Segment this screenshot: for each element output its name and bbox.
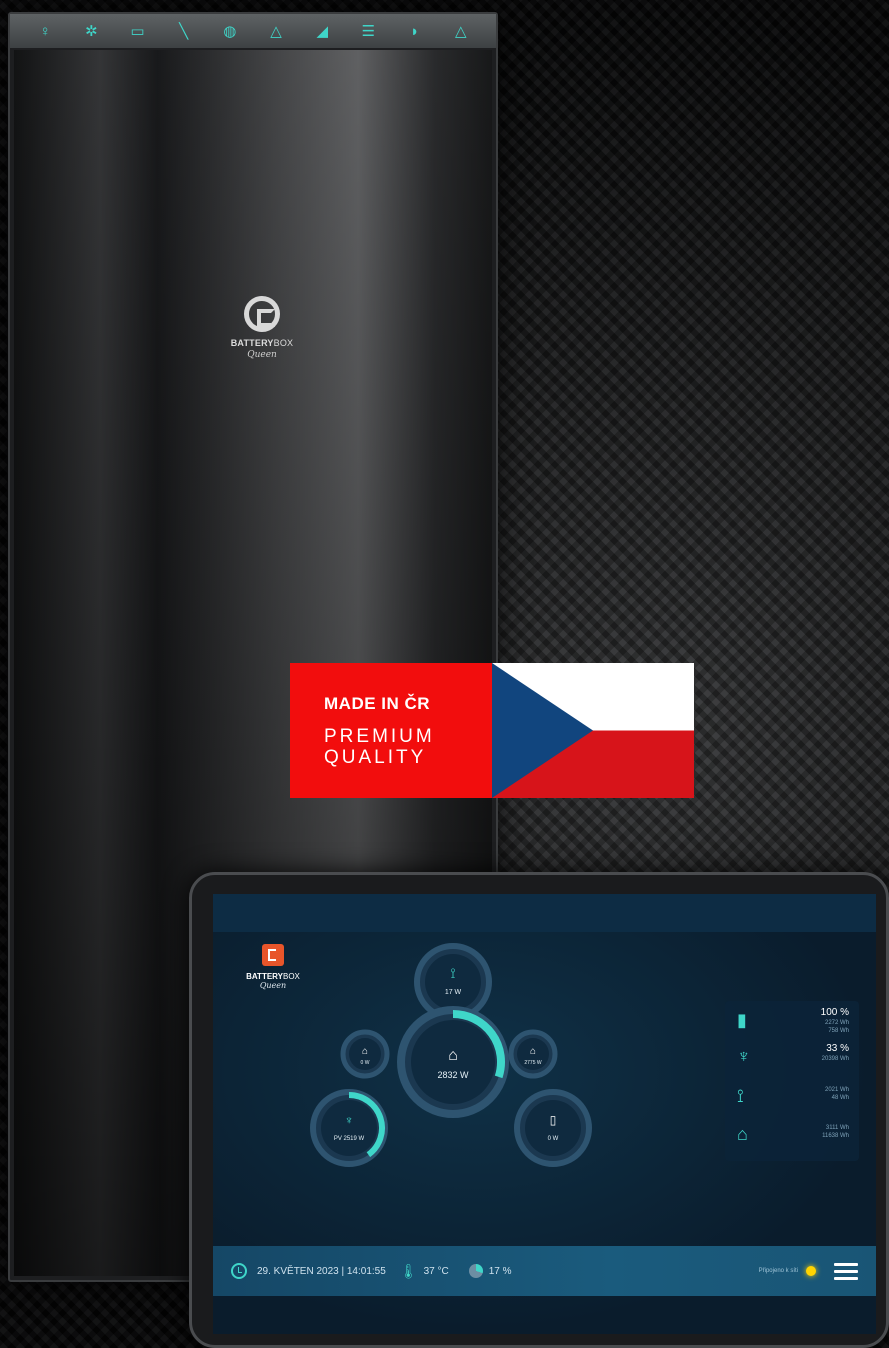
node-grid-value: 17 W bbox=[445, 989, 462, 996]
stat-home-sub1: 3111 Wh bbox=[825, 1125, 849, 1131]
badge-line-quality: QUALITY bbox=[324, 747, 427, 768]
connection-status-dot bbox=[806, 1266, 816, 1276]
cabinet-script-text: Queen bbox=[247, 350, 277, 360]
tablet-device: BATTERYBOX Queen ⟟ 17 W ⌂ 0 W ⌂ 2832 W ⌂… bbox=[189, 872, 889, 1348]
stat-row-battery: ▮ 100 % 2272 Wh 758 Wh bbox=[735, 1007, 849, 1039]
solar-icon: ♆ bbox=[345, 1113, 354, 1127]
stat-solar-sub1: 20398 Wh bbox=[821, 1056, 849, 1062]
badge-line-made-in: MADE IN ČR bbox=[324, 694, 431, 713]
node-home[interactable]: ⌂ 2832 W bbox=[397, 1006, 509, 1118]
stat-solar-main: 33 % bbox=[826, 1043, 849, 1054]
solar-panel-icon: ◢ bbox=[316, 22, 328, 40]
node-left-small[interactable]: ⌂ 0 W bbox=[340, 1029, 390, 1079]
node-pv[interactable]: ♆ PV 2519 W bbox=[310, 1089, 388, 1167]
plug-icon: ╲ bbox=[179, 22, 189, 40]
node-right-small[interactable]: ⌂ 2775 W bbox=[508, 1029, 558, 1079]
humidity-icon bbox=[468, 1264, 483, 1278]
grid-icon: ⟟ bbox=[450, 965, 455, 981]
humidity-text: 17 % bbox=[488, 1265, 512, 1277]
node-left-small-value: 0 W bbox=[361, 1060, 370, 1066]
sun-icon: ✲ bbox=[84, 22, 98, 40]
node-battery[interactable]: ▯ 0 W bbox=[514, 1089, 592, 1167]
clock-icon bbox=[231, 1263, 247, 1279]
node-home-value: 2832 W bbox=[437, 1070, 469, 1080]
node-battery-value: 0 W bbox=[548, 1136, 559, 1142]
stat-battery-sub2: 758 Wh bbox=[828, 1028, 849, 1034]
stat-home-sub2: 11638 Wh bbox=[822, 1133, 849, 1139]
czech-flag-icon bbox=[492, 663, 694, 798]
cabinet-logo: BATTERYBOX Queen bbox=[216, 296, 308, 360]
indicator-strip: ♀ ✲ ▭ ╲ ◍ △ ◢ ☰ ◗ △ bbox=[10, 14, 496, 48]
stats-panel: ▮ 100 % 2272 Wh 758 Wh ♆ 33 % 20398 Wh ⟟… bbox=[725, 1001, 859, 1161]
menu-button[interactable] bbox=[834, 1262, 858, 1280]
battery-icon: ▭ bbox=[130, 22, 145, 40]
datetime-text: 29. KVĚTEN 2023 | 14:01:55 bbox=[257, 1265, 386, 1277]
solar-icon: ♆ bbox=[737, 1046, 751, 1066]
node-right-small-value: 2775 W bbox=[524, 1060, 542, 1066]
battery-icon: ▯ bbox=[550, 1113, 557, 1127]
bulb-icon: ♀ bbox=[39, 22, 51, 40]
battery-icon: ▮ bbox=[737, 1010, 747, 1030]
stat-row-home: ⌂ 3111 Wh 11638 Wh bbox=[735, 1121, 849, 1153]
brand-mark-icon bbox=[244, 296, 280, 332]
badge-line-premium: PREMIUM bbox=[324, 726, 435, 747]
tablet-screen: BATTERYBOX Queen ⟟ 17 W ⌂ 0 W ⌂ 2832 W ⌂… bbox=[213, 894, 876, 1334]
globe-icon: ◍ bbox=[223, 22, 237, 40]
tower-icon: ⟟ bbox=[737, 1086, 744, 1106]
alert-icon: △ bbox=[455, 22, 467, 40]
home-icon: ⌂ bbox=[362, 1046, 368, 1057]
temperature-text: 37 °C bbox=[423, 1265, 449, 1277]
home-icon: ⌂ bbox=[448, 1047, 458, 1064]
stat-grid-sub1: 2021 Wh bbox=[824, 1087, 849, 1093]
home-icon: ⌂ bbox=[737, 1124, 748, 1144]
stat-grid-sub2: 48 Wh bbox=[831, 1095, 849, 1101]
stat-battery-sub1: 2272 Wh bbox=[824, 1020, 849, 1026]
cabinet-brand-text: BATTERYBOX bbox=[230, 338, 294, 348]
car-icon: ◗ bbox=[410, 22, 420, 40]
stat-row-solar: ♆ 33 % 20398 Wh bbox=[735, 1043, 849, 1075]
connection-label: Připojeno k síti bbox=[758, 1268, 798, 1274]
tower-icon: ☰ bbox=[361, 22, 376, 40]
warning-icon: △ bbox=[270, 22, 282, 40]
home-icon: ⌂ bbox=[530, 1046, 536, 1057]
stat-battery-main: 100 % bbox=[820, 1007, 849, 1018]
status-bar: 29. KVĚTEN 2023 | 14:01:55 🌡︎ 37 °C 17 %… bbox=[213, 1246, 876, 1296]
stat-row-grid: ⟟ 2021 Wh 48 Wh bbox=[735, 1083, 849, 1115]
thermometer-icon: 🌡︎ bbox=[399, 1262, 418, 1279]
made-in-badge: MADE IN ČR PREMIUM QUALITY bbox=[290, 663, 694, 798]
badge-text-panel: MADE IN ČR PREMIUM QUALITY bbox=[290, 663, 492, 798]
node-pv-value: PV 2519 W bbox=[334, 1136, 365, 1142]
